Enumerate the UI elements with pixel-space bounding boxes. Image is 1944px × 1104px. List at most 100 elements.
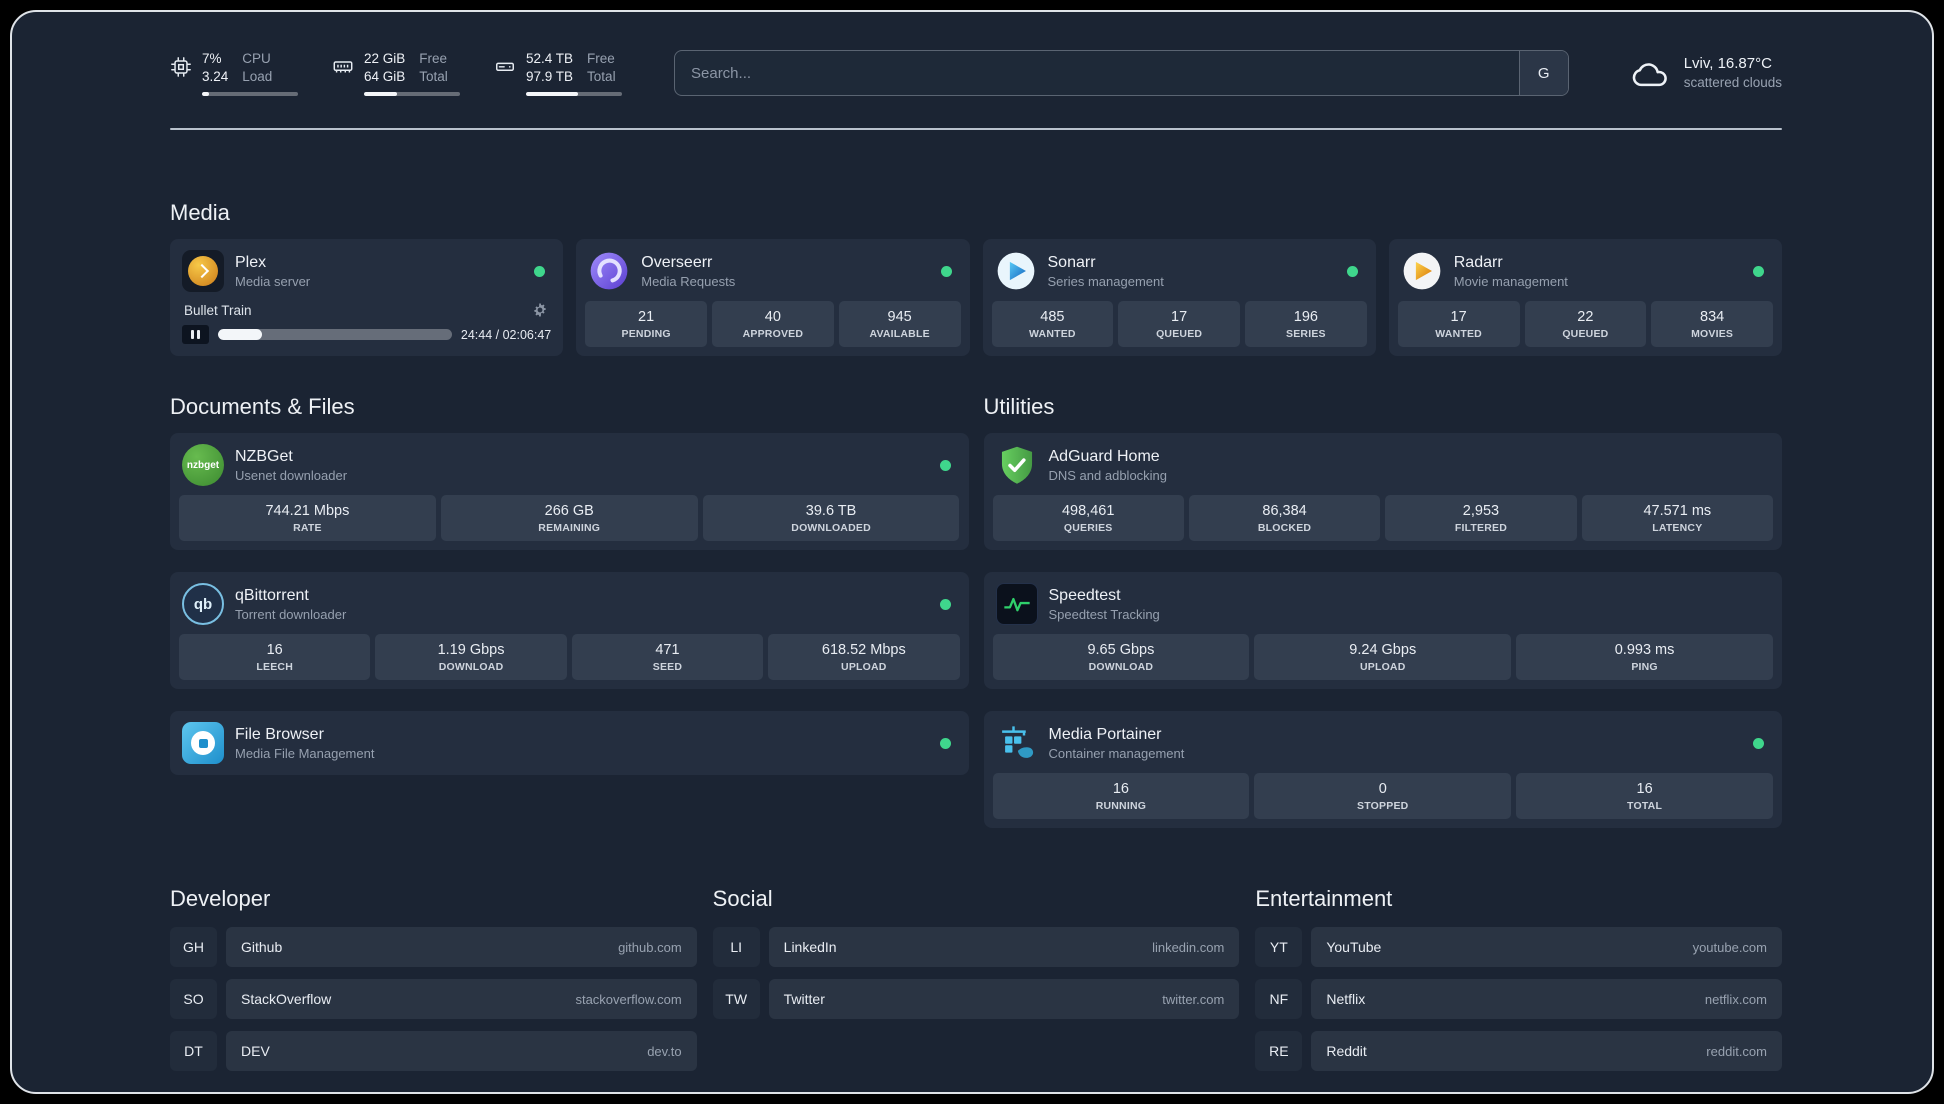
service-title: Sonarr [1047,253,1096,271]
service-desc: Container management [1048,745,1185,761]
stat-upload: 9.24 Gbps UPLOAD [1254,634,1512,680]
stat-pending: 21 PENDING [585,301,707,347]
service-desc: Media File Management [235,745,375,761]
status-dot [1346,265,1358,277]
search-box: G [674,50,1569,96]
stat-download: 9.65 Gbps DOWNLOAD [992,634,1250,680]
service-card-adguard[interactable]: AdGuard Home DNS and adblocking 498,461 … [983,433,1782,550]
now-playing-title: Bullet Train [184,302,252,318]
service-desc: DNS and adblocking [1048,467,1168,483]
bookmark-twitter[interactable]: TW Twitter twitter.com [712,979,1240,1019]
stat-download: 1.19 Gbps DOWNLOAD [375,634,567,680]
service-card-speedtest[interactable]: Speedtest Speedtest Tracking 9.65 Gbps D… [983,572,1782,689]
disk-usage-bar [526,91,622,96]
stat-series: 196 SERIES [1245,301,1367,347]
service-card-qbittorrent[interactable]: qb qBittorrent Torrent downloader 16 LEE… [170,572,969,689]
media-section-title: Media [170,200,230,225]
stat-rate: 744.21 Mbps RATE [179,495,436,541]
memory-total-value: 64 GiB [364,69,406,84]
disk-widget: 52.4 TB 97.9 TB Free Total [494,50,622,96]
stat-leech: 16 LEECH [179,634,371,680]
status-dot [534,265,546,277]
service-title: Media Portainer [1048,725,1162,743]
entertainment-section-title: Entertainment [1255,886,1393,911]
cpu-usage-bar [202,91,298,96]
portainer-icon [996,722,1038,764]
stat-blocked: 86,384 BLOCKED [1188,495,1381,541]
disk-label-total: Total [587,69,616,84]
stat-wanted: 17 WANTED [1397,301,1520,347]
memory-label-total: Total [419,69,448,84]
bookmark-url: reddit.com [1706,1043,1767,1059]
disk-total-value: 97.9 TB [526,69,574,84]
service-card-plex[interactable]: Plex Media server Bullet Train 24:44 / 0… [170,239,564,356]
bookmark-netflix[interactable]: NF Netflix netflix.com [1255,979,1782,1019]
cpu-icon [170,50,192,78]
weather-condition: scattered clouds [1683,75,1782,91]
search-input[interactable] [675,51,1519,95]
cpu-widget: 7% 3.24 CPU Load [170,50,298,96]
bookmark-abbr: TW [712,979,760,1019]
filebrowser-icon [182,722,224,764]
bookmark-linkedin[interactable]: LI LinkedIn linkedin.com [712,927,1240,967]
section-entertainment: Entertainment YT YouTube youtube.com NF … [1255,886,1782,1083]
stat-filtered: 2,953 FILTERED [1385,495,1577,541]
bookmark-name: Netflix [1326,991,1366,1007]
service-title: Speedtest [1048,586,1121,604]
search-provider-button[interactable]: G [1518,51,1568,95]
section-utilities: Utilities AdGuard Home DNS and adblockin… [983,394,1782,828]
sonarr-icon [995,250,1037,292]
weather-location: Lviv, 16.87°C [1683,54,1772,72]
bookmark-youtube[interactable]: YT YouTube youtube.com [1255,927,1782,967]
bookmark-url: stackoverflow.com [575,991,682,1007]
bookmark-name: LinkedIn [783,939,837,955]
stat-ping: 0.993 ms PING [1516,634,1773,680]
bookmark-abbr: NF [1255,979,1303,1019]
service-desc: Movie management [1453,273,1568,289]
service-title: qBittorrent [235,586,309,604]
stat-available: 945 AVAILABLE [838,301,961,347]
service-card-sonarr[interactable]: Sonarr Series management 485 WANTED 17 Q… [982,239,1376,356]
cloud-icon [1629,56,1671,90]
service-title: Overseerr [641,253,713,271]
bookmark-stackoverflow[interactable]: SO StackOverflow stackoverflow.com [170,979,697,1019]
stat-downloaded: 39.6 TB DOWNLOADED [702,495,960,541]
social-section-title: Social [712,886,773,911]
bookmark-name: Twitter [783,991,825,1007]
bookmark-abbr: YT [1255,927,1303,967]
bookmark-abbr: LI [712,927,760,967]
bookmark-url: youtube.com [1692,939,1767,955]
service-title: AdGuard Home [1048,447,1160,465]
stat-remaining: 266 GB REMAINING [440,495,698,541]
bookmark-url: twitter.com [1162,991,1225,1007]
bookmark-name: DEV [241,1043,270,1059]
service-card-portainer[interactable]: Media Portainer Container management 16 … [983,711,1782,828]
status-dot [1753,265,1764,277]
header-divider [170,128,1782,130]
speedtest-icon [995,583,1038,625]
gear-icon[interactable] [532,302,548,318]
memory-usage-bar [364,91,460,96]
top-bar: 7% 3.24 CPU Load 22 GiB 64 GiB Free Tota… [170,42,1782,104]
service-title: NZBGet [235,447,293,465]
service-card-filebrowser[interactable]: File Browser Media File Management [170,711,969,775]
bookmark-reddit[interactable]: RE Reddit reddit.com [1255,1031,1782,1071]
stat-queries: 498,461 QUERIES [992,495,1184,541]
bookmark-name: StackOverflow [241,991,332,1007]
stat-stopped: 0 STOPPED [1254,773,1512,819]
bookmark-github[interactable]: GH Github github.com [170,927,697,967]
stat-wanted: 485 WANTED [991,301,1114,347]
pause-icon[interactable] [182,325,209,344]
status-dot [939,598,951,610]
bookmark-url: linkedin.com [1152,939,1225,955]
section-developer: Developer GH Github github.com SO StackO… [170,886,697,1083]
stat-approved: 40 APPROVED [712,301,834,347]
adguard-icon [996,444,1038,486]
cpu-value-percent: 7% [202,51,222,67]
service-card-nzbget[interactable]: nzbget NZBGet Usenet downloader 744.21 M… [170,433,969,550]
bookmark-dev[interactable]: DT DEV dev.to [170,1031,697,1071]
bookmark-abbr: SO [170,979,217,1019]
service-card-radarr[interactable]: Radarr Movie management 17 WANTED 22 QUE… [1388,239,1782,356]
service-card-overseerr[interactable]: Overseerr Media Requests 21 PENDING 40 A… [576,239,970,356]
memory-icon [332,50,354,78]
